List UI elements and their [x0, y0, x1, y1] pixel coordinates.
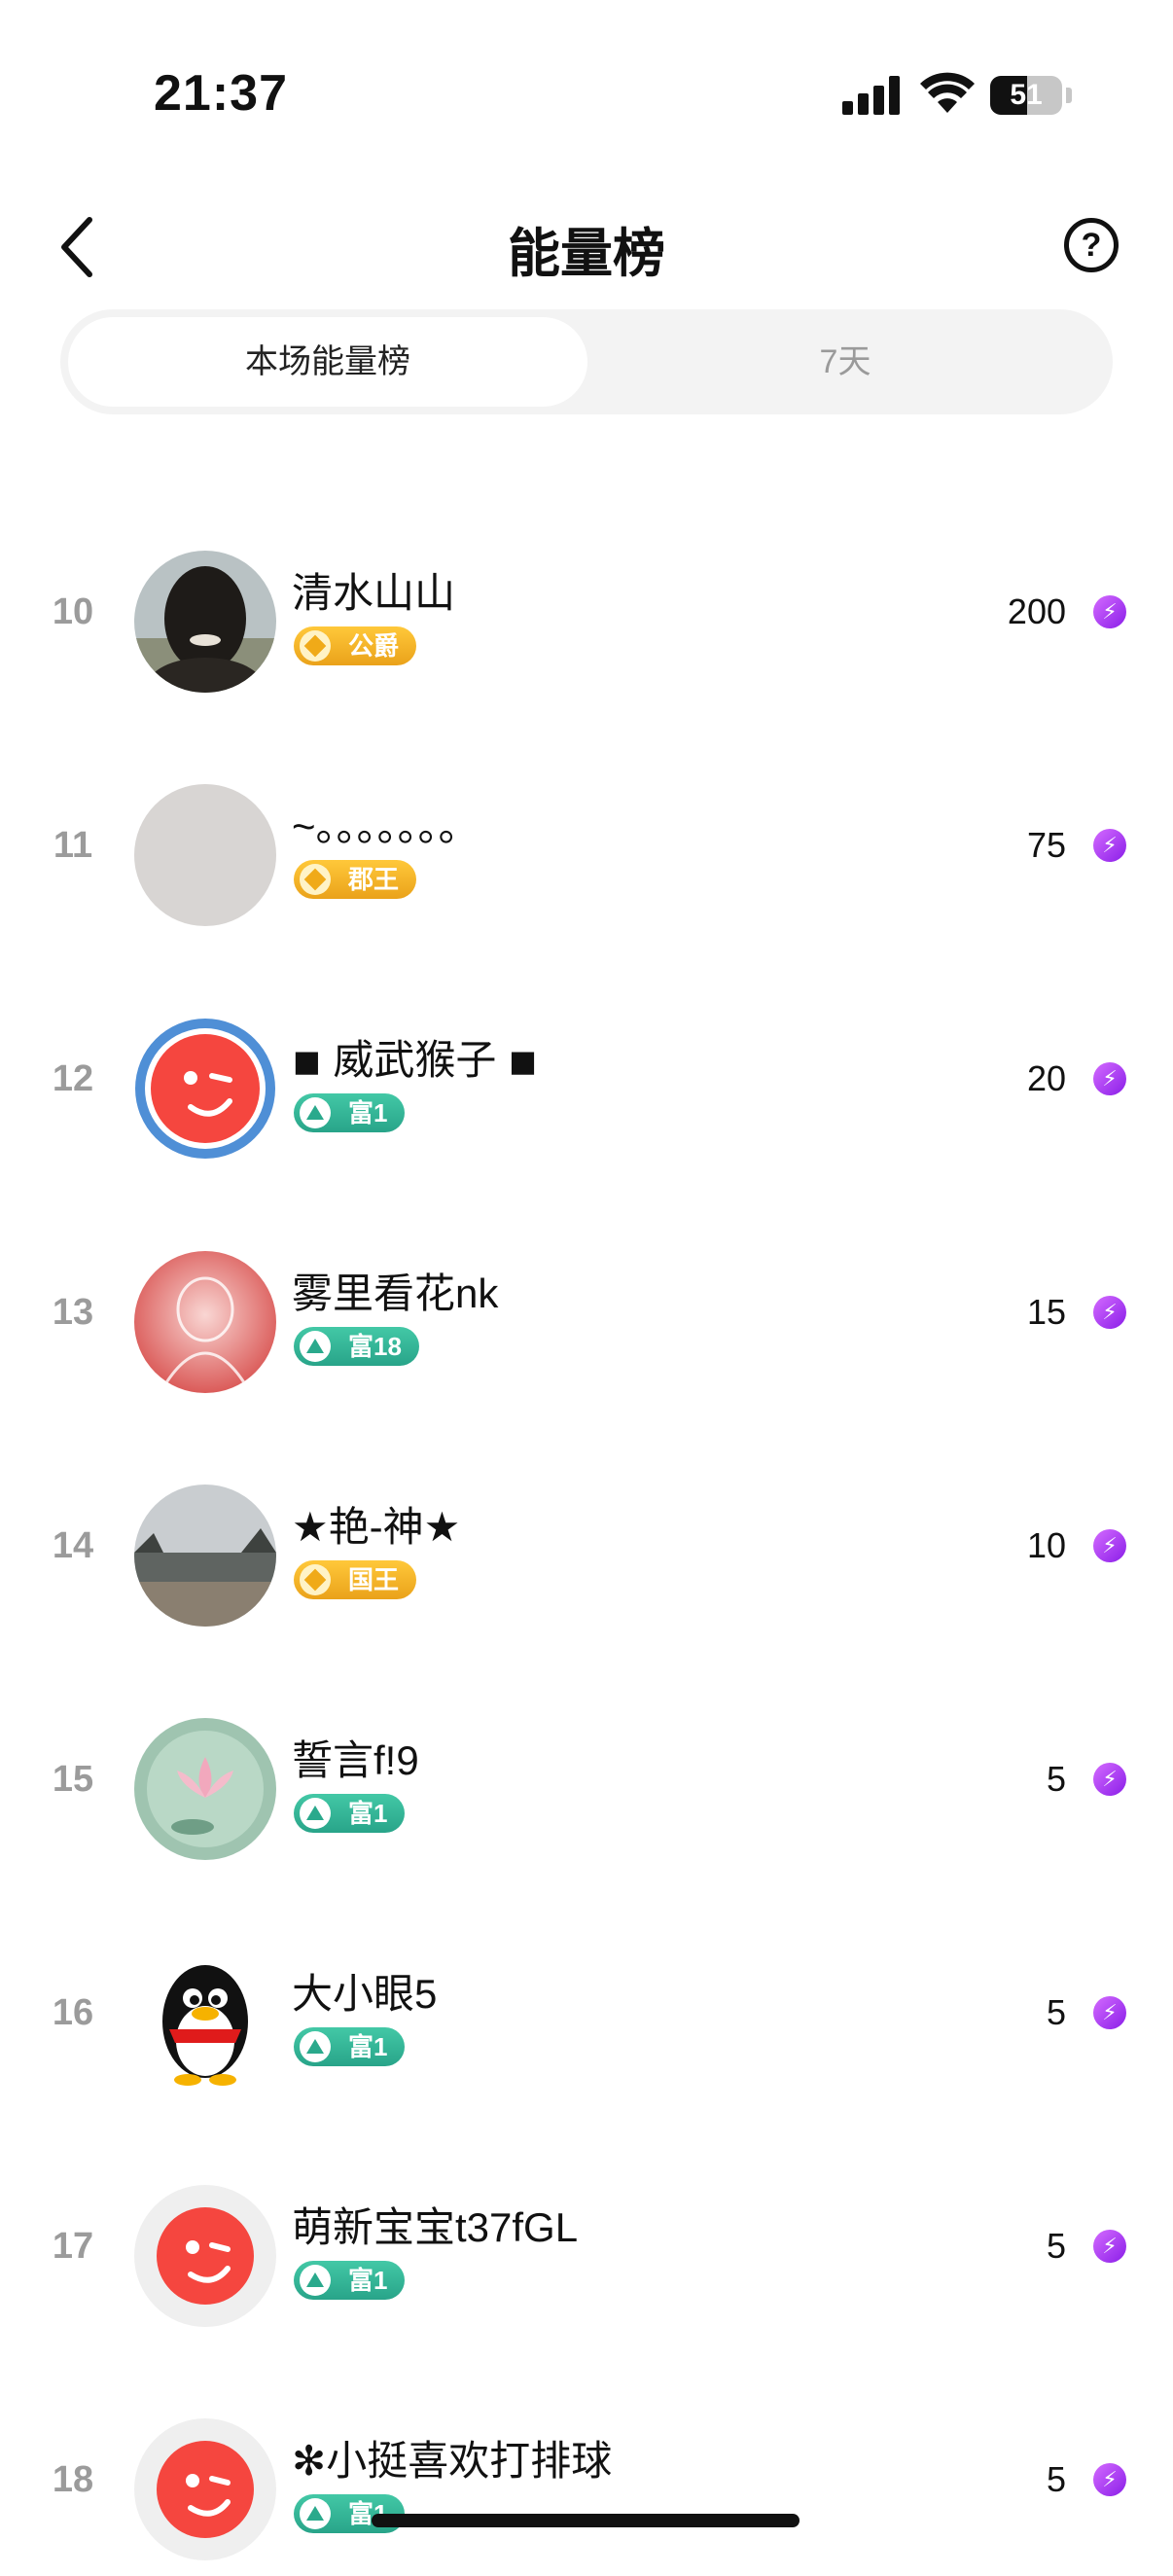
badge-label: 富1: [348, 1799, 388, 1828]
status-time: 21:37: [154, 65, 288, 122]
energy-score: 5: [1046, 2459, 1066, 2499]
rank-number: 17: [52, 2226, 94, 2267]
energy-score: 5: [1046, 2226, 1066, 2266]
avatar[interactable]: [134, 1718, 276, 1860]
energy-score: 200: [1007, 591, 1066, 631]
badge-label: 郡王: [348, 865, 400, 894]
rank-number: 14: [52, 1525, 94, 1566]
energy-bolt-icon: [1093, 2230, 1126, 2263]
avatar[interactable]: [134, 1018, 276, 1160]
signal-icon: [842, 76, 901, 115]
level-badge: 公爵: [294, 626, 417, 665]
user-name: ◾ 威武猴子 ◾: [292, 1037, 538, 1083]
level-badge: 富1: [294, 2261, 406, 2300]
list-item[interactable]: 13 雾里看花nk 富18 15: [0, 1214, 1173, 1409]
level-badge: 富1: [294, 1093, 406, 1132]
user-name: 萌新宝宝t37fGL: [292, 2204, 579, 2250]
badge-label: 国王: [348, 1565, 400, 1594]
avatar[interactable]: [134, 2185, 276, 2327]
level-badge: 富1: [294, 1794, 406, 1833]
help-icon[interactable]: ?: [1064, 218, 1119, 272]
tab-current-session[interactable]: 本场能量榜: [68, 317, 587, 407]
battery-icon: 51: [990, 76, 1062, 115]
energy-bolt-icon: [1093, 1296, 1126, 1329]
rank-number: 11: [53, 825, 93, 866]
badge-icon: [300, 2031, 331, 2062]
badge-icon: [300, 1564, 331, 1595]
rank-number: 13: [52, 1292, 94, 1333]
battery-level: 51: [1010, 79, 1043, 111]
list-item[interactable]: 10 清水山山公爵 200: [0, 514, 1173, 708]
list-item[interactable]: 14 ★艳-神★ 国王 10: [0, 1448, 1173, 1642]
avatar[interactable]: [134, 784, 276, 926]
home-indicator: [372, 2514, 800, 2527]
energy-bolt-icon: [1093, 1529, 1126, 1562]
battery-tip: [1066, 88, 1072, 103]
avatar[interactable]: [134, 1485, 276, 1627]
energy-score: 75: [1026, 825, 1066, 865]
list-item[interactable]: 11 ~。。。。。。。郡王 75: [0, 747, 1173, 942]
rank-number: 18: [52, 2459, 94, 2500]
energy-bolt-icon: [1093, 1763, 1126, 1796]
list-item[interactable]: 12 ◾ 威武猴子 ◾ 富1 20: [0, 981, 1173, 1175]
list-item[interactable]: 18 ✻小挺喜欢打排球 富1 5: [0, 2381, 1173, 2576]
energy-score: 20: [1026, 1058, 1066, 1098]
level-badge: 富18: [294, 1327, 419, 1366]
list-item[interactable]: 15 誓言f!9 富1 5: [0, 1681, 1173, 1876]
list-item[interactable]: 16 大小眼5 富1 5: [0, 1914, 1173, 2109]
energy-score: 5: [1046, 1759, 1066, 1799]
user-name: 大小眼5: [292, 1971, 438, 2017]
energy-bolt-icon: [1093, 1996, 1126, 2029]
badge-icon: [300, 1097, 331, 1128]
energy-bolt-icon: [1093, 1062, 1126, 1095]
avatar[interactable]: [134, 1251, 276, 1393]
badge-icon: [300, 864, 331, 895]
energy-score: 10: [1026, 1525, 1066, 1565]
tab-bar: 本场能量榜 7天: [60, 309, 1113, 414]
rank-number: 15: [52, 1759, 94, 1800]
badge-label: 富1: [348, 1098, 388, 1127]
user-name: 誓言f!9: [292, 1737, 419, 1783]
badge-icon: [300, 630, 331, 662]
rank-number: 12: [52, 1058, 94, 1099]
energy-bolt-icon: [1093, 829, 1126, 862]
level-badge: 富1: [294, 2027, 406, 2066]
tab-7-days[interactable]: 7天: [586, 317, 1105, 407]
badge-label: 富18: [348, 1332, 402, 1361]
badge-icon: [300, 2265, 331, 2296]
user-name: 雾里看花nk: [292, 1270, 499, 1316]
wifi-icon: [920, 72, 975, 113]
user-name: 清水山山: [292, 570, 456, 616]
badge-icon: [300, 1331, 331, 1362]
badge-label: 富1: [348, 2032, 388, 2061]
level-badge: 郡王: [294, 860, 417, 899]
rank-number: 10: [52, 591, 94, 632]
avatar[interactable]: [134, 1951, 276, 2093]
badge-label: 公爵: [348, 631, 400, 661]
avatar[interactable]: [134, 551, 276, 693]
avatar[interactable]: [134, 2418, 276, 2560]
badge-icon: [300, 1798, 331, 1829]
rank-number: 16: [52, 1992, 94, 2033]
level-badge: 国王: [294, 1560, 417, 1599]
list-item[interactable]: 17 萌新宝宝t37fGL 富1 5: [0, 2148, 1173, 2343]
badge-label: 富1: [348, 2266, 388, 2295]
energy-score: 5: [1046, 1992, 1066, 2032]
user-name: ~。。。。。。。: [292, 804, 480, 849]
energy-bolt-icon: [1093, 2463, 1126, 2496]
energy-bolt-icon: [1093, 595, 1126, 628]
user-name: ★艳-神★: [292, 1504, 461, 1550]
badge-icon: [300, 2498, 331, 2529]
page-title: 能量榜: [508, 225, 665, 283]
user-name: ✻小挺喜欢打排球: [292, 2438, 613, 2484]
energy-score: 15: [1026, 1292, 1066, 1332]
